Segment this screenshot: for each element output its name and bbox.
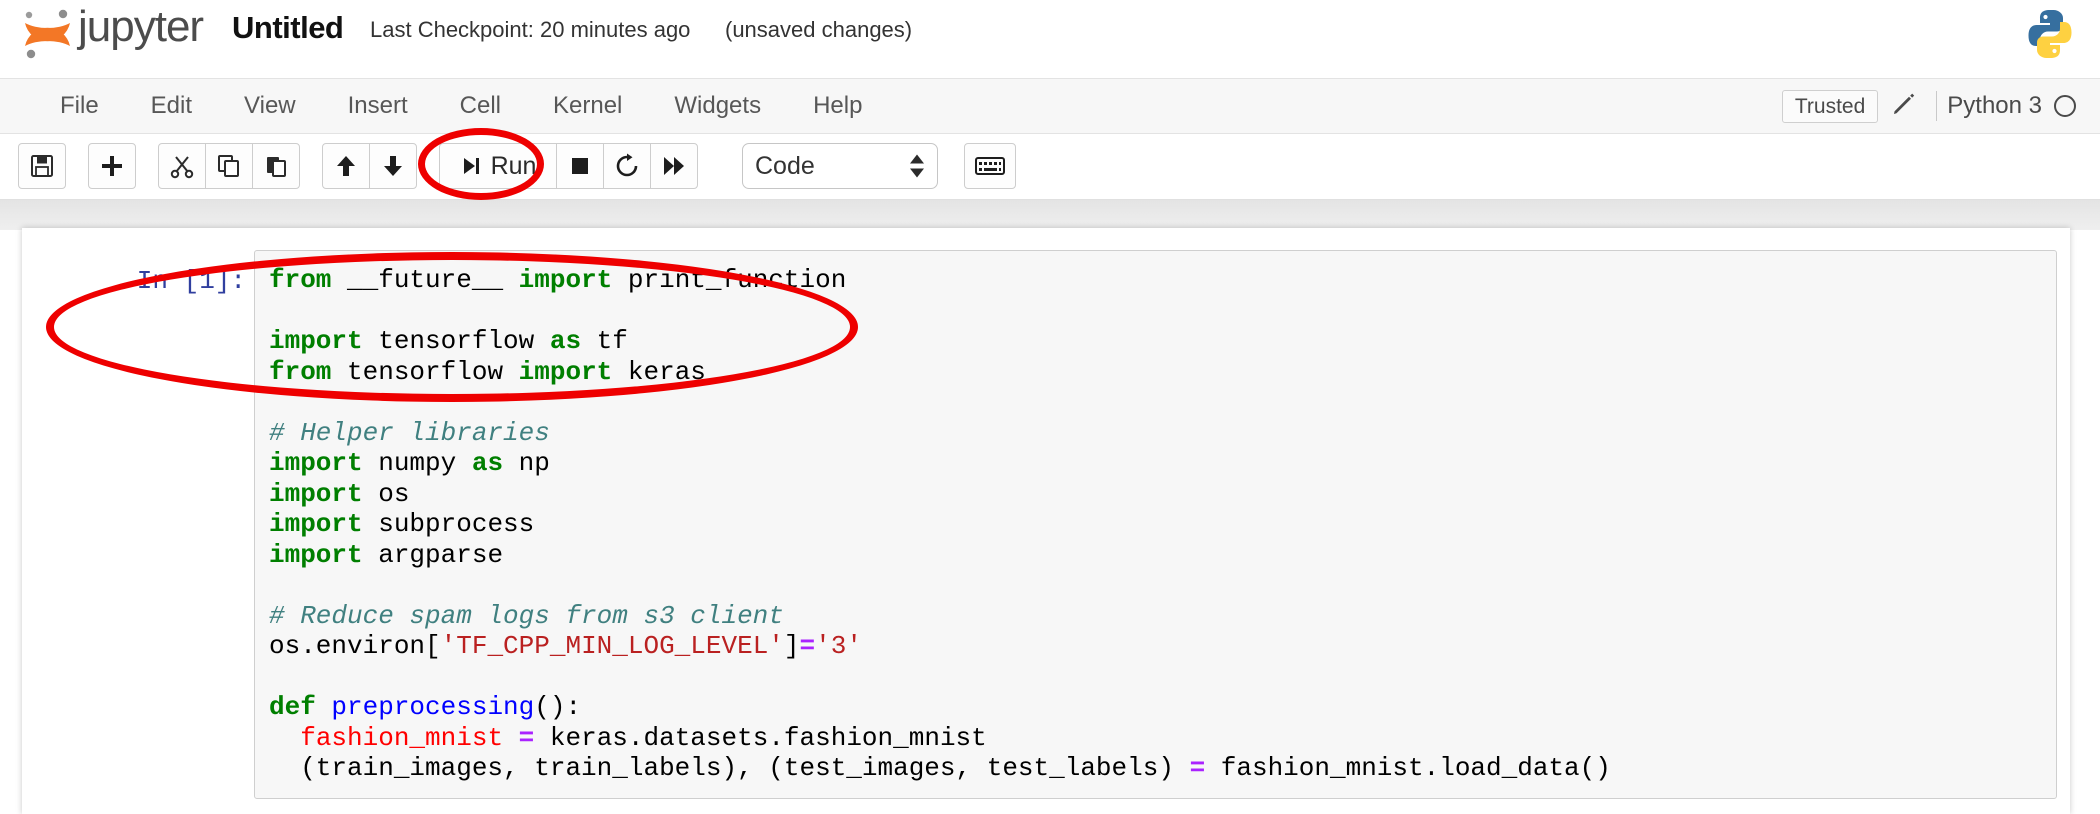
chevron-updown-icon bbox=[909, 155, 925, 178]
cut-scissors-icon[interactable] bbox=[158, 143, 206, 189]
jupyter-logo-icon[interactable] bbox=[18, 6, 78, 62]
code-line: import argparse bbox=[269, 540, 2056, 571]
toolbar-group-move bbox=[322, 143, 417, 189]
copy-icon[interactable] bbox=[205, 143, 253, 189]
code-line: os.environ['TF_CPP_MIN_LOG_LEVEL']='3' bbox=[269, 631, 2056, 662]
save-button[interactable] bbox=[18, 143, 66, 189]
menu-bar: File Edit View Insert Cell Kernel Widget… bbox=[0, 78, 2100, 134]
code-line bbox=[269, 387, 2056, 418]
code-line: import subprocess bbox=[269, 509, 2056, 540]
code-line: from __future__ import print_function bbox=[269, 265, 2056, 296]
cell-source-code[interactable]: from __future__ import print_function im… bbox=[269, 265, 2056, 784]
notebook-background-band bbox=[0, 200, 2100, 230]
menu-item-kernel[interactable]: Kernel bbox=[527, 79, 648, 133]
code-line: def preprocessing(): bbox=[269, 692, 2056, 723]
keyboard-icon[interactable] bbox=[964, 143, 1016, 189]
toolbar: Run bbox=[0, 134, 2100, 200]
notebook-title[interactable]: Untitled bbox=[232, 10, 343, 46]
move-up-arrow-icon[interactable] bbox=[322, 143, 370, 189]
trusted-badge[interactable]: Trusted bbox=[1782, 90, 1878, 123]
code-line: import tensorflow as tf bbox=[269, 326, 2056, 357]
code-line bbox=[269, 296, 2056, 327]
code-line bbox=[269, 570, 2056, 601]
restart-kernel-icon[interactable] bbox=[603, 143, 651, 189]
run-button[interactable]: Run bbox=[439, 143, 557, 189]
paste-icon[interactable] bbox=[252, 143, 300, 189]
code-line: fashion_mnist = keras.datasets.fashion_m… bbox=[269, 723, 2056, 754]
code-line: import os bbox=[269, 479, 2056, 510]
pencil-icon[interactable] bbox=[1878, 88, 1930, 124]
code-line: from tensorflow import keras bbox=[269, 357, 2056, 388]
jupyter-notebook-page: jupyter Untitled Last Checkpoint: 20 min… bbox=[0, 0, 2100, 814]
move-down-arrow-icon[interactable] bbox=[369, 143, 417, 189]
menu-item-cell[interactable]: Cell bbox=[434, 79, 527, 133]
menu-item-view[interactable]: View bbox=[218, 79, 322, 133]
cell-type-select[interactable]: Code bbox=[742, 143, 938, 189]
menu-bar-right: Trusted Python 3 bbox=[1782, 79, 2082, 133]
add-cell-plus-icon[interactable] bbox=[88, 143, 136, 189]
run-button-label: Run bbox=[491, 152, 537, 181]
page-header: jupyter Untitled Last Checkpoint: 20 min… bbox=[0, 0, 2100, 68]
menu-item-file[interactable]: File bbox=[34, 79, 125, 133]
code-line: (train_images, train_labels), (test_imag… bbox=[269, 753, 2056, 784]
unsaved-changes-label: (unsaved changes) bbox=[725, 17, 912, 43]
python-logo-icon bbox=[2022, 6, 2078, 62]
notebook-container: In [1]: from __future__ import print_fun… bbox=[22, 228, 2070, 814]
menu-item-help[interactable]: Help bbox=[787, 79, 888, 133]
menu-item-insert[interactable]: Insert bbox=[322, 79, 434, 133]
toolbar-group-add bbox=[88, 143, 136, 189]
cell-input-area[interactable]: from __future__ import print_function im… bbox=[254, 250, 2057, 799]
restart-run-all-icon[interactable] bbox=[650, 143, 698, 189]
stop-square-icon[interactable] bbox=[556, 143, 604, 189]
code-line: # Reduce spam logs from s3 client bbox=[269, 601, 2056, 632]
code-line: # Helper libraries bbox=[269, 418, 2056, 449]
menu-item-widgets[interactable]: Widgets bbox=[648, 79, 787, 133]
cell-prompt: In [1]: bbox=[114, 266, 246, 296]
toolbar-group-run: Run bbox=[439, 143, 698, 189]
kernel-name-label: Python 3 bbox=[1947, 92, 2042, 120]
toolbar-group-clipboard bbox=[158, 143, 300, 189]
toolbar-group-save bbox=[18, 143, 66, 189]
menu-item-edit[interactable]: Edit bbox=[125, 79, 218, 133]
menu-items: File Edit View Insert Cell Kernel Widget… bbox=[34, 79, 888, 133]
menu-divider bbox=[1936, 91, 1937, 121]
toolbar-inner: Run bbox=[18, 143, 1016, 189]
run-icon bbox=[460, 155, 482, 177]
code-line bbox=[269, 662, 2056, 693]
kernel-idle-circle-icon[interactable] bbox=[2054, 95, 2076, 117]
cell-type-value: Code bbox=[755, 152, 815, 181]
last-checkpoint-label: Last Checkpoint: 20 minutes ago bbox=[370, 17, 690, 43]
code-line: import numpy as np bbox=[269, 448, 2056, 479]
brand-name[interactable]: jupyter bbox=[78, 2, 203, 52]
